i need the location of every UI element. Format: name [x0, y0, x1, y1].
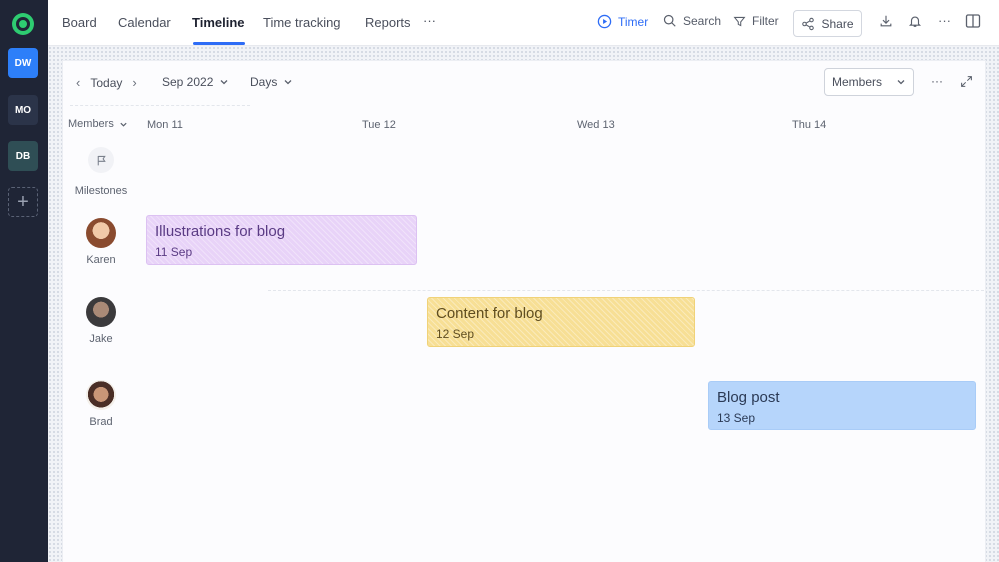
month-label: Sep 2022 [162, 75, 214, 89]
tab-time-tracking[interactable]: Time tracking [263, 15, 341, 30]
task-date: 13 Sep [717, 411, 756, 425]
today-button[interactable]: Today [90, 76, 122, 90]
scale-label: Days [250, 75, 278, 89]
day-header-tue-12: Tue 12 [362, 119, 396, 131]
workspace-mo[interactable]: MO [8, 95, 38, 125]
task-title: Illustrations for blog [155, 223, 286, 240]
milestones-label: Milestones [74, 185, 128, 197]
timer-label: Timer [618, 14, 649, 29]
row-header-label: Members [68, 118, 114, 130]
date-navigator: ‹ Today › [76, 75, 137, 90]
chevron-down-icon [284, 80, 292, 85]
expand-icon[interactable] [960, 75, 973, 88]
chevron-down-icon [120, 122, 127, 127]
tab-reports[interactable]: Reports [365, 15, 411, 30]
workspace-dw[interactable]: DW [8, 48, 38, 78]
search-icon [663, 14, 676, 27]
active-tab-indicator [193, 42, 245, 45]
task-date: 12 Sep [436, 327, 475, 341]
day-header-mon-11: Mon 11 [147, 119, 183, 131]
notification-bell-icon[interactable] [908, 14, 922, 31]
app-logo-icon[interactable] [12, 13, 34, 35]
workspace-db[interactable]: DB [8, 141, 38, 171]
task-date: 11 Sep [155, 245, 193, 259]
members-dropdown[interactable]: Members [824, 68, 914, 96]
tab-calendar[interactable]: Calendar [118, 15, 171, 30]
share-label: Share [821, 16, 854, 31]
filter-label: Filter [752, 14, 779, 28]
workspace-rail: DW MO DB + [0, 0, 48, 562]
download-icon[interactable] [879, 14, 893, 31]
avatar-jake [86, 297, 116, 327]
avatar-brad [86, 380, 116, 410]
row-divider [268, 290, 984, 291]
timer-button[interactable]: Timer [597, 14, 648, 29]
task-card[interactable]: Blog post 13 Sep [708, 381, 976, 430]
chevron-down-icon [220, 80, 228, 85]
filter-button[interactable]: Filter [733, 14, 779, 28]
search-label: Search [683, 14, 722, 28]
share-button[interactable]: Share [793, 10, 862, 37]
member-name-karen: Karen [86, 254, 116, 266]
tab-board[interactable]: Board [62, 15, 97, 30]
tabs-more-icon[interactable]: ··· [423, 13, 436, 28]
panel-more-icon[interactable]: ··· [931, 74, 943, 88]
top-navigation: Board Calendar Timeline Time tracking Re… [48, 0, 999, 46]
members-dropdown-label: Members [831, 75, 882, 89]
avatar-karen [86, 218, 116, 248]
add-workspace-button[interactable]: + [8, 187, 38, 217]
tab-timeline[interactable]: Timeline [192, 15, 245, 30]
month-select[interactable]: Sep 2022 [162, 75, 229, 89]
play-circle-icon [597, 14, 612, 29]
scale-select[interactable]: Days [250, 75, 293, 89]
task-title: Content for blog [436, 305, 543, 322]
task-card[interactable]: Illustrations for blog 11 Sep [146, 215, 417, 265]
prev-arrow-icon[interactable]: ‹ [76, 75, 80, 90]
day-header-thu-14: Thu 14 [792, 119, 827, 131]
task-title: Blog post [717, 389, 780, 406]
chevron-down-icon [897, 80, 905, 85]
share-icon [802, 17, 815, 30]
next-arrow-icon[interactable]: › [132, 75, 136, 90]
day-header-wed-13: Wed 13 [577, 119, 615, 131]
milestones-flag-icon[interactable] [88, 147, 114, 173]
row-header-select[interactable]: Members [68, 118, 128, 130]
search-button[interactable]: Search [663, 14, 721, 28]
more-options-icon[interactable]: ··· [938, 13, 951, 28]
split-view-icon[interactable] [965, 13, 981, 32]
task-card[interactable]: Content for blog 12 Sep [427, 297, 695, 347]
toolbar-divider [70, 105, 250, 106]
member-name-brad: Brad [89, 416, 113, 428]
member-name-jake: Jake [89, 333, 113, 345]
filter-icon [733, 16, 746, 26]
